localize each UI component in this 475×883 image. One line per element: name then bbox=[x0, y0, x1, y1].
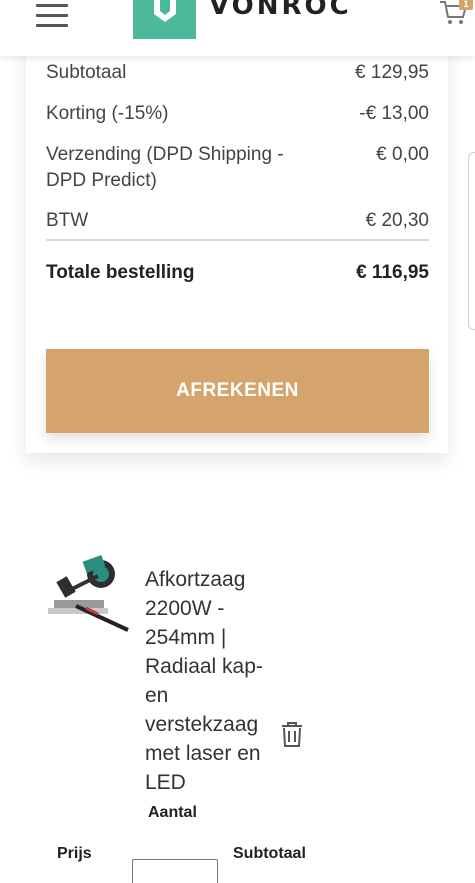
menu-icon[interactable] bbox=[36, 4, 68, 27]
order-summary-card: Subtotaal € 129,95 Korting (-15%) -€ 13,… bbox=[26, 40, 448, 453]
summary-label: Verzending (DPD Shipping - DPD Predict) bbox=[46, 144, 284, 191]
summary-value: € 0,00 bbox=[376, 144, 429, 165]
cart-count-badge: 1 bbox=[459, 0, 473, 10]
summary-divider bbox=[46, 239, 429, 241]
scroll-handle[interactable] bbox=[468, 152, 475, 330]
summary-label: BTW bbox=[46, 210, 89, 231]
logo-text[interactable]: VONROC® bbox=[209, 0, 359, 21]
summary-value: -€ 13,00 bbox=[359, 103, 429, 124]
summary-label: Korting (-15%) bbox=[46, 103, 169, 124]
quantity-input[interactable] bbox=[132, 859, 218, 883]
total-label: Totale bestelling bbox=[46, 262, 195, 283]
subtotal-label: Subtotaal bbox=[233, 845, 306, 862]
summary-value: € 20,30 bbox=[365, 210, 429, 231]
product-image[interactable] bbox=[46, 548, 132, 634]
site-header: VONROC® 1 bbox=[0, 0, 475, 56]
summary-value: € 129,95 bbox=[355, 62, 429, 83]
summary-label: Subtotaal bbox=[46, 62, 127, 83]
product-title[interactable]: Afkortzaag 2200W - 254mm | Radiaal kap-e… bbox=[145, 565, 285, 797]
checkout-button[interactable]: AFREKENEN bbox=[46, 349, 429, 433]
logo-icon[interactable] bbox=[133, 0, 196, 39]
quantity-label: Aantal bbox=[148, 804, 197, 821]
price-label: Prijs bbox=[57, 845, 92, 862]
total-value: € 116,95 bbox=[356, 262, 429, 283]
trash-icon[interactable] bbox=[281, 722, 303, 748]
